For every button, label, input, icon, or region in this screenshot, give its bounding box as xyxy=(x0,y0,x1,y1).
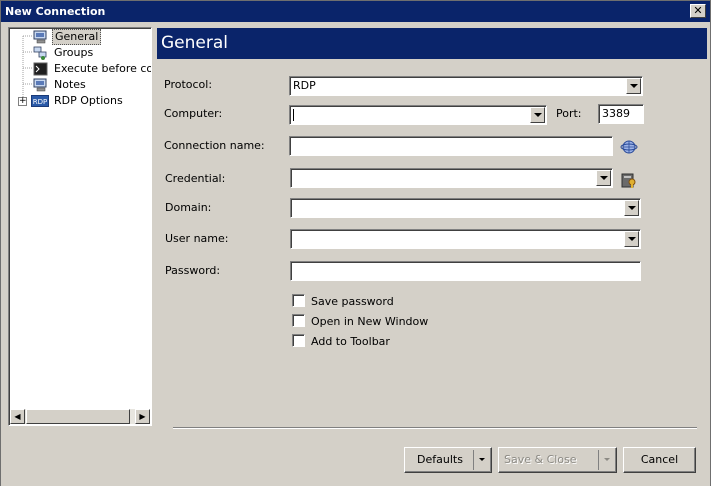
tree-item-label: Notes xyxy=(54,78,86,91)
connection-name-field[interactable] xyxy=(289,136,613,156)
arrow-right-icon: ▶ xyxy=(139,412,146,421)
button-separator xyxy=(173,427,697,429)
text-caret xyxy=(293,109,294,121)
protocol-value: RDP xyxy=(293,79,316,92)
domain-label: Domain: xyxy=(165,201,212,214)
tree-item-notes[interactable]: Notes xyxy=(9,77,151,93)
rdp-icon: RDP xyxy=(31,95,49,107)
save-close-button[interactable]: Save & Close xyxy=(498,447,617,473)
arrow-left-icon: ◀ xyxy=(14,412,21,421)
scroll-right-button[interactable]: ▶ xyxy=(135,409,150,424)
chevron-down-icon[interactable] xyxy=(598,450,616,470)
tree-item-label: Execute before conr xyxy=(54,62,152,75)
groups-icon xyxy=(33,46,47,60)
open-new-window-checkbox[interactable] xyxy=(292,314,305,327)
cancel-label: Cancel xyxy=(640,453,679,466)
open-new-window-label[interactable]: Open in New Window xyxy=(311,315,428,329)
computer-icon xyxy=(33,30,47,44)
add-to-toolbar-label[interactable]: Add to Toolbar xyxy=(311,335,390,349)
chevron-down-icon[interactable] xyxy=(624,200,639,216)
password-field[interactable] xyxy=(290,261,641,281)
tree-item-general[interactable]: General xyxy=(9,29,151,45)
defaults-label: Defaults xyxy=(417,453,463,466)
console-icon xyxy=(33,62,48,76)
chevron-down-icon[interactable] xyxy=(624,231,639,247)
expand-icon[interactable]: + xyxy=(18,97,27,106)
rdp-badge-text: RDP xyxy=(33,98,47,106)
tree-horizontal-scrollbar[interactable]: ◀ ▶ xyxy=(10,409,150,424)
save-password-label[interactable]: Save password xyxy=(311,295,394,309)
user-name-combo[interactable] xyxy=(290,229,641,249)
tree-item-label: RDP Options xyxy=(54,94,123,107)
section-header: General xyxy=(157,28,707,59)
window-title: New Connection xyxy=(5,5,106,18)
tree-item-label: Groups xyxy=(54,46,94,59)
chevron-down-icon[interactable] xyxy=(596,170,611,186)
title-bar: New Connection ✕ xyxy=(1,1,710,22)
computer-label: Computer: xyxy=(164,107,223,120)
save-close-label: Save & Close xyxy=(504,453,577,466)
port-field[interactable]: 3389 xyxy=(598,104,644,124)
protocol-label: Protocol: xyxy=(164,78,213,91)
close-icon: ✕ xyxy=(693,4,703,17)
chevron-down-icon[interactable] xyxy=(626,78,641,94)
scroll-left-button[interactable]: ◀ xyxy=(10,409,25,424)
save-password-checkbox[interactable] xyxy=(292,294,305,307)
domain-combo[interactable] xyxy=(290,198,641,218)
tree-item-label: General xyxy=(52,29,102,45)
user-name-label: User name: xyxy=(165,232,229,245)
tree-item-rdp-options[interactable]: + RDP RDP Options xyxy=(9,93,151,109)
close-button[interactable]: ✕ xyxy=(690,4,706,18)
scroll-thumb[interactable] xyxy=(26,409,130,424)
port-label: Port: xyxy=(556,107,582,120)
settings-tree: General Groups Execute before conr xyxy=(8,27,152,426)
new-connection-dialog: New Connection ✕ General Groups Execute … xyxy=(0,0,711,487)
chevron-down-icon[interactable] xyxy=(530,107,545,123)
globe-icon[interactable] xyxy=(620,138,638,156)
credential-label: Credential: xyxy=(165,172,226,185)
connection-name-label: Connection name: xyxy=(164,139,265,152)
tree-item-execute-before[interactable]: Execute before conr xyxy=(9,61,151,77)
defaults-button[interactable]: Defaults xyxy=(404,447,492,473)
credential-manager-icon[interactable] xyxy=(620,171,638,189)
notes-icon xyxy=(33,78,47,92)
add-to-toolbar-checkbox[interactable] xyxy=(292,334,305,347)
protocol-select[interactable]: RDP xyxy=(289,76,643,96)
credential-select[interactable] xyxy=(290,168,613,188)
chevron-down-icon[interactable] xyxy=(473,450,491,470)
password-label: Password: xyxy=(165,264,221,277)
cancel-button[interactable]: Cancel xyxy=(623,447,696,473)
tree-item-groups[interactable]: Groups xyxy=(9,45,151,61)
computer-combo[interactable] xyxy=(289,105,547,125)
